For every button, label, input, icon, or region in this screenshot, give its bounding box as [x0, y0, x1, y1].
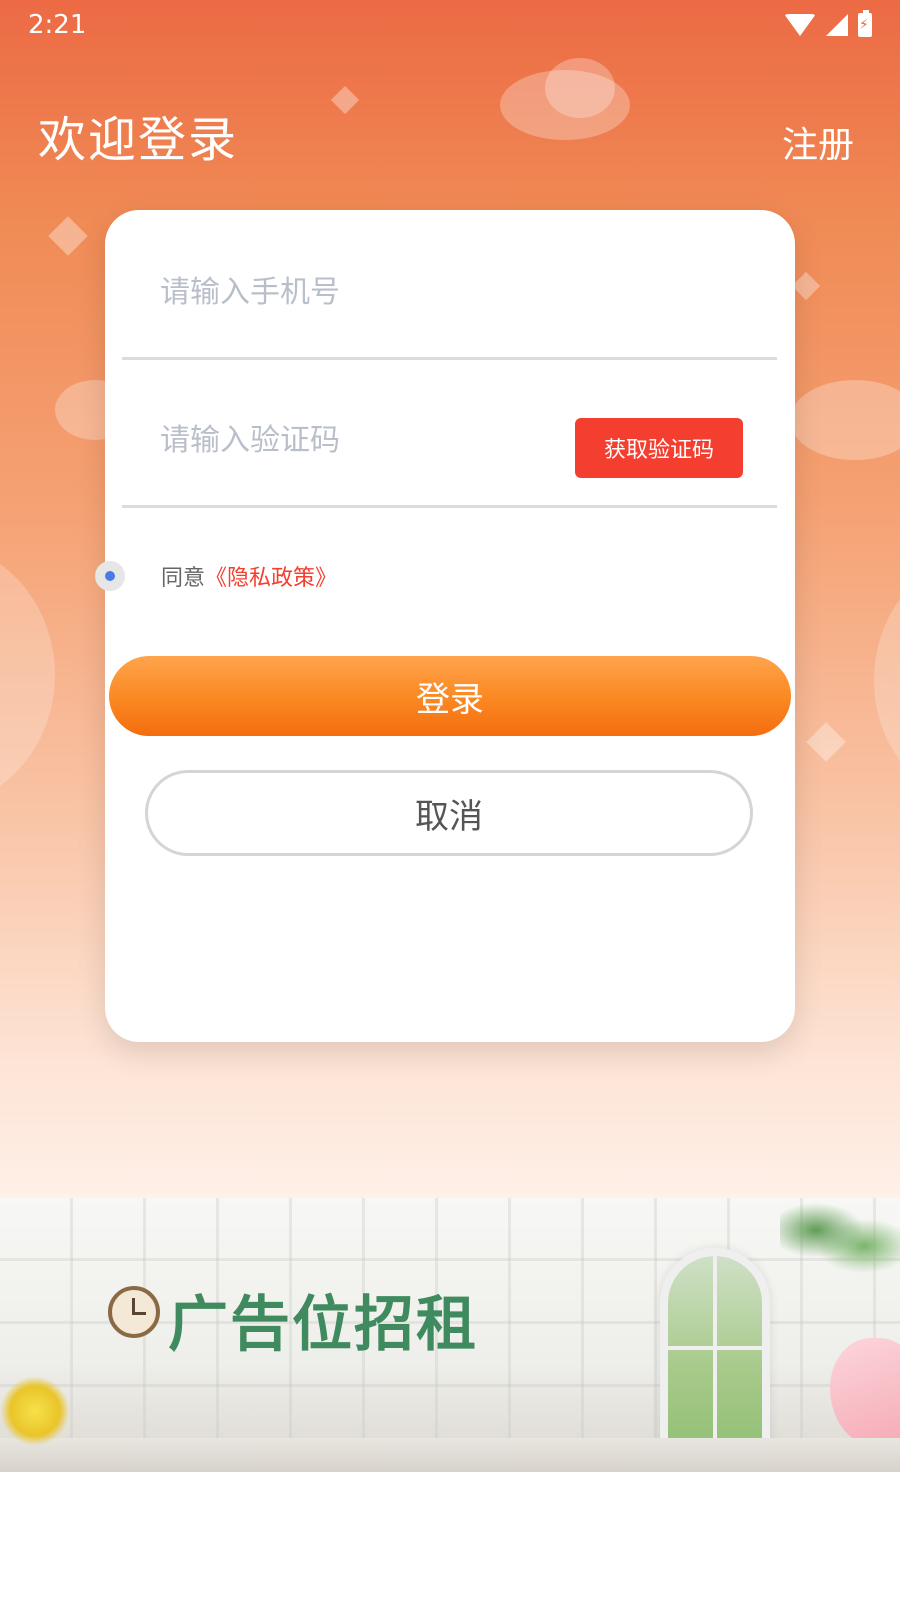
ad-text: 广告位招租	[168, 1290, 478, 1360]
agreement-row: 同意 《隐私政策》	[95, 560, 337, 592]
diamond-decoration	[791, 271, 821, 301]
status-icons	[784, 10, 872, 37]
page-title: 欢迎登录	[38, 112, 239, 168]
phone-input[interactable]	[160, 267, 540, 317]
login-card: 获取验证码 同意 《隐私政策》 登录 取消	[95, 210, 795, 1042]
status-time: 2:21	[28, 10, 87, 40]
agree-radio[interactable]	[95, 561, 125, 591]
privacy-policy-link[interactable]: 《隐私政策》	[205, 560, 337, 592]
ad-banner[interactable]: 广告位招租	[0, 1198, 900, 1472]
diamond-decoration	[330, 85, 360, 115]
register-link[interactable]: 注册	[782, 116, 854, 168]
ad-floor	[0, 1438, 900, 1472]
battery-icon	[858, 10, 872, 37]
flowers-decoration	[0, 1376, 70, 1446]
circle-decoration	[874, 560, 900, 800]
login-button[interactable]: 登录	[109, 656, 791, 736]
get-code-button[interactable]: 获取验证码	[575, 418, 743, 478]
diamond-decoration	[48, 216, 88, 256]
clock-icon	[108, 1286, 160, 1338]
diamond-decoration	[806, 722, 846, 762]
circle-decoration	[0, 540, 55, 810]
leaves-decoration	[780, 1198, 900, 1278]
wifi-icon	[784, 14, 816, 36]
cloud-decoration	[790, 380, 900, 460]
cancel-button[interactable]: 取消	[145, 770, 753, 856]
phone-field-row	[122, 210, 777, 360]
cloud-decoration	[545, 58, 615, 118]
status-bar: 2:21	[0, 0, 900, 50]
code-field-row: 获取验证码	[122, 358, 777, 508]
code-input[interactable]	[160, 415, 540, 465]
agree-label: 同意	[161, 566, 206, 591]
signal-icon	[826, 14, 848, 36]
